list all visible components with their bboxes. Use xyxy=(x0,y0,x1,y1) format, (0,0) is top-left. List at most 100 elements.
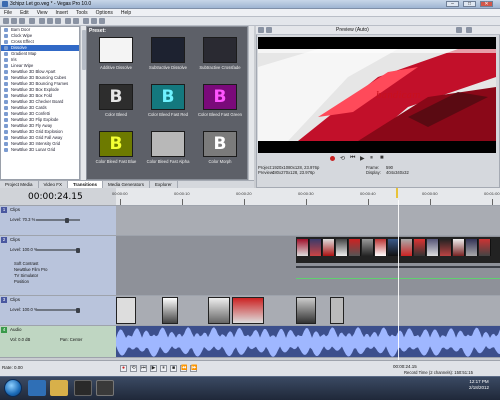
video-clip[interactable] xyxy=(162,297,178,324)
preset-tile[interactable]: Subtractive Dissolve xyxy=(145,37,191,77)
cursor-marker[interactable] xyxy=(396,188,398,198)
dock-tab[interactable]: Explorer xyxy=(150,181,178,188)
track-level-slider[interactable] xyxy=(36,307,80,313)
preset-tile[interactable]: B Color Morph xyxy=(197,131,243,171)
track-name[interactable]: Audio xyxy=(10,327,22,332)
track-volume-label: Vol: 0.0 dB xyxy=(10,337,31,342)
preset-scrollbar[interactable] xyxy=(248,26,254,180)
watermark-text: bandicam xyxy=(376,91,421,101)
track-name[interactable]: Clips xyxy=(10,297,20,302)
dock-tab[interactable]: Video FX xyxy=(39,181,68,188)
title-bar: 3chipz Let go.veg * - Vegas Pro 10.0 – □… xyxy=(0,0,500,9)
save-icon[interactable] xyxy=(19,18,25,24)
media-player-icon[interactable] xyxy=(74,380,92,396)
slider-knob[interactable] xyxy=(76,307,80,313)
video-clip[interactable] xyxy=(296,297,316,324)
vegas-taskbar-icon[interactable] xyxy=(96,380,114,396)
minimize-button[interactable]: – xyxy=(446,1,459,7)
preset-thumbnail xyxy=(151,37,185,63)
pause-icon[interactable]: ⏸ xyxy=(370,155,373,162)
track-lane-4[interactable] xyxy=(116,326,500,358)
preview-fx-icon[interactable] xyxy=(266,27,272,33)
pause-button[interactable]: ⏸ xyxy=(160,365,167,372)
stop-button[interactable]: ■ xyxy=(170,365,177,372)
video-clip[interactable] xyxy=(232,297,264,324)
envelope-item[interactable]: Soft Contrast xyxy=(14,261,38,266)
file-explorer-icon[interactable] xyxy=(50,380,68,396)
timeline-ruler[interactable]: 00:00:00 00:00:10 00:00:20 00:00:30 00:00:40… xyxy=(112,188,500,206)
track-lane-2[interactable] xyxy=(116,236,500,296)
loop-playback-icon[interactable]: ⟲ xyxy=(340,155,345,162)
video-clip[interactable] xyxy=(330,297,344,324)
dock-tab[interactable]: Media Generators xyxy=(103,181,150,188)
internet-explorer-icon[interactable] xyxy=(28,380,46,396)
system-clock[interactable]: 12:17 PM 2/18/2012 xyxy=(460,379,498,397)
preview-settings-icon[interactable] xyxy=(258,27,264,33)
dock-tab[interactable]: Transitions xyxy=(67,181,103,188)
play-icon[interactable]: ▶ xyxy=(360,155,365,162)
slider-knob[interactable] xyxy=(65,217,69,223)
envelope-item[interactable]: TV Simulator xyxy=(14,273,38,278)
menu-view[interactable]: View xyxy=(33,9,52,16)
dock-tab[interactable]: Project Media xyxy=(0,181,39,188)
track-level-slider[interactable] xyxy=(36,247,80,253)
track-lane-3[interactable] xyxy=(116,296,500,326)
close-button[interactable]: ✕ xyxy=(480,1,493,7)
menu-tools[interactable]: Tools xyxy=(72,9,92,16)
envelope-item[interactable]: Position xyxy=(14,279,29,284)
play-button[interactable]: ▶ xyxy=(150,365,157,372)
copy-snapshot-icon[interactable] xyxy=(456,27,462,33)
record-icon[interactable] xyxy=(330,156,335,161)
stop-icon[interactable]: ■ xyxy=(380,155,384,161)
track-header-1[interactable]: 1 Clips Level: 70.3 % xyxy=(0,206,116,236)
new-project-icon[interactable] xyxy=(3,18,9,24)
redo-icon[interactable] xyxy=(73,18,79,24)
preset-tile[interactable]: Subtractive Crossfade xyxy=(197,37,243,77)
go-to-end-button[interactable]: ⏩ xyxy=(190,365,197,372)
maximize-button[interactable]: □ xyxy=(463,1,476,7)
track-name[interactable]: Clips xyxy=(10,207,20,212)
playhead-line[interactable] xyxy=(398,200,399,360)
track-name[interactable]: Clips xyxy=(10,237,20,242)
paste-icon[interactable] xyxy=(55,18,61,24)
envelope-tool-icon[interactable] xyxy=(91,18,97,24)
save-snapshot-icon[interactable] xyxy=(466,27,472,33)
properties-icon[interactable] xyxy=(29,18,35,24)
selection-tool-icon[interactable] xyxy=(99,18,105,24)
transition-list-item[interactable]: NewBlue 3D Lunar Grid xyxy=(1,147,79,153)
preview-quality-dropdown[interactable]: Preview (Auto) xyxy=(336,27,369,33)
envelope-item[interactable]: NewBlue Film Pro xyxy=(14,267,48,272)
play-from-start-button[interactable]: ⏮ xyxy=(140,365,147,372)
open-icon[interactable] xyxy=(11,18,17,24)
preset-tile[interactable]: B Color Bleed Fast Green xyxy=(197,84,243,124)
undo-icon[interactable] xyxy=(65,18,71,24)
play-from-start-icon[interactable]: ⏮ xyxy=(350,155,355,162)
preset-tile[interactable]: Additive Dissolve xyxy=(93,37,139,77)
normal-edit-tool-icon[interactable] xyxy=(83,18,89,24)
menu-help[interactable]: Help xyxy=(117,9,135,16)
start-button[interactable] xyxy=(4,379,22,397)
preset-label: Additive Dissolve xyxy=(100,65,132,70)
menu-edit[interactable]: Edit xyxy=(16,9,33,16)
clock-date: 2/18/2012 xyxy=(468,385,490,390)
preset-tile[interactable]: B Color Bleed Fast Blue xyxy=(93,131,139,171)
record-button[interactable]: ● xyxy=(120,365,127,372)
video-clip[interactable] xyxy=(116,297,136,324)
track-level-slider[interactable] xyxy=(36,217,80,223)
track-header-4[interactable]: 4 Audio Vol: 0.0 dB Pan: Center xyxy=(0,326,116,358)
track-header-2[interactable]: 2 Clips Level: 100.0 % Soft Contrast New… xyxy=(0,236,116,296)
preset-tile[interactable]: B Color Bleed xyxy=(93,84,139,124)
video-clip[interactable] xyxy=(208,297,230,324)
preset-tile[interactable]: B Color Bleed Fast Red xyxy=(145,84,191,124)
menu-options[interactable]: Options xyxy=(92,9,117,16)
track-header-3[interactable]: 3 Clips Level: 100.0 % xyxy=(0,296,116,326)
loop-playback-button[interactable]: ⟲ xyxy=(130,365,137,372)
menu-insert[interactable]: Insert xyxy=(51,9,72,16)
copy-icon[interactable] xyxy=(47,18,53,24)
menu-file[interactable]: File xyxy=(0,9,16,16)
slider-knob[interactable] xyxy=(76,247,80,253)
go-to-start-button[interactable]: ⏪ xyxy=(180,365,187,372)
cut-icon[interactable] xyxy=(39,18,45,24)
track-lane-1[interactable] xyxy=(116,206,500,236)
preset-tile[interactable]: Color Bleed Fast Alpha xyxy=(145,131,191,171)
